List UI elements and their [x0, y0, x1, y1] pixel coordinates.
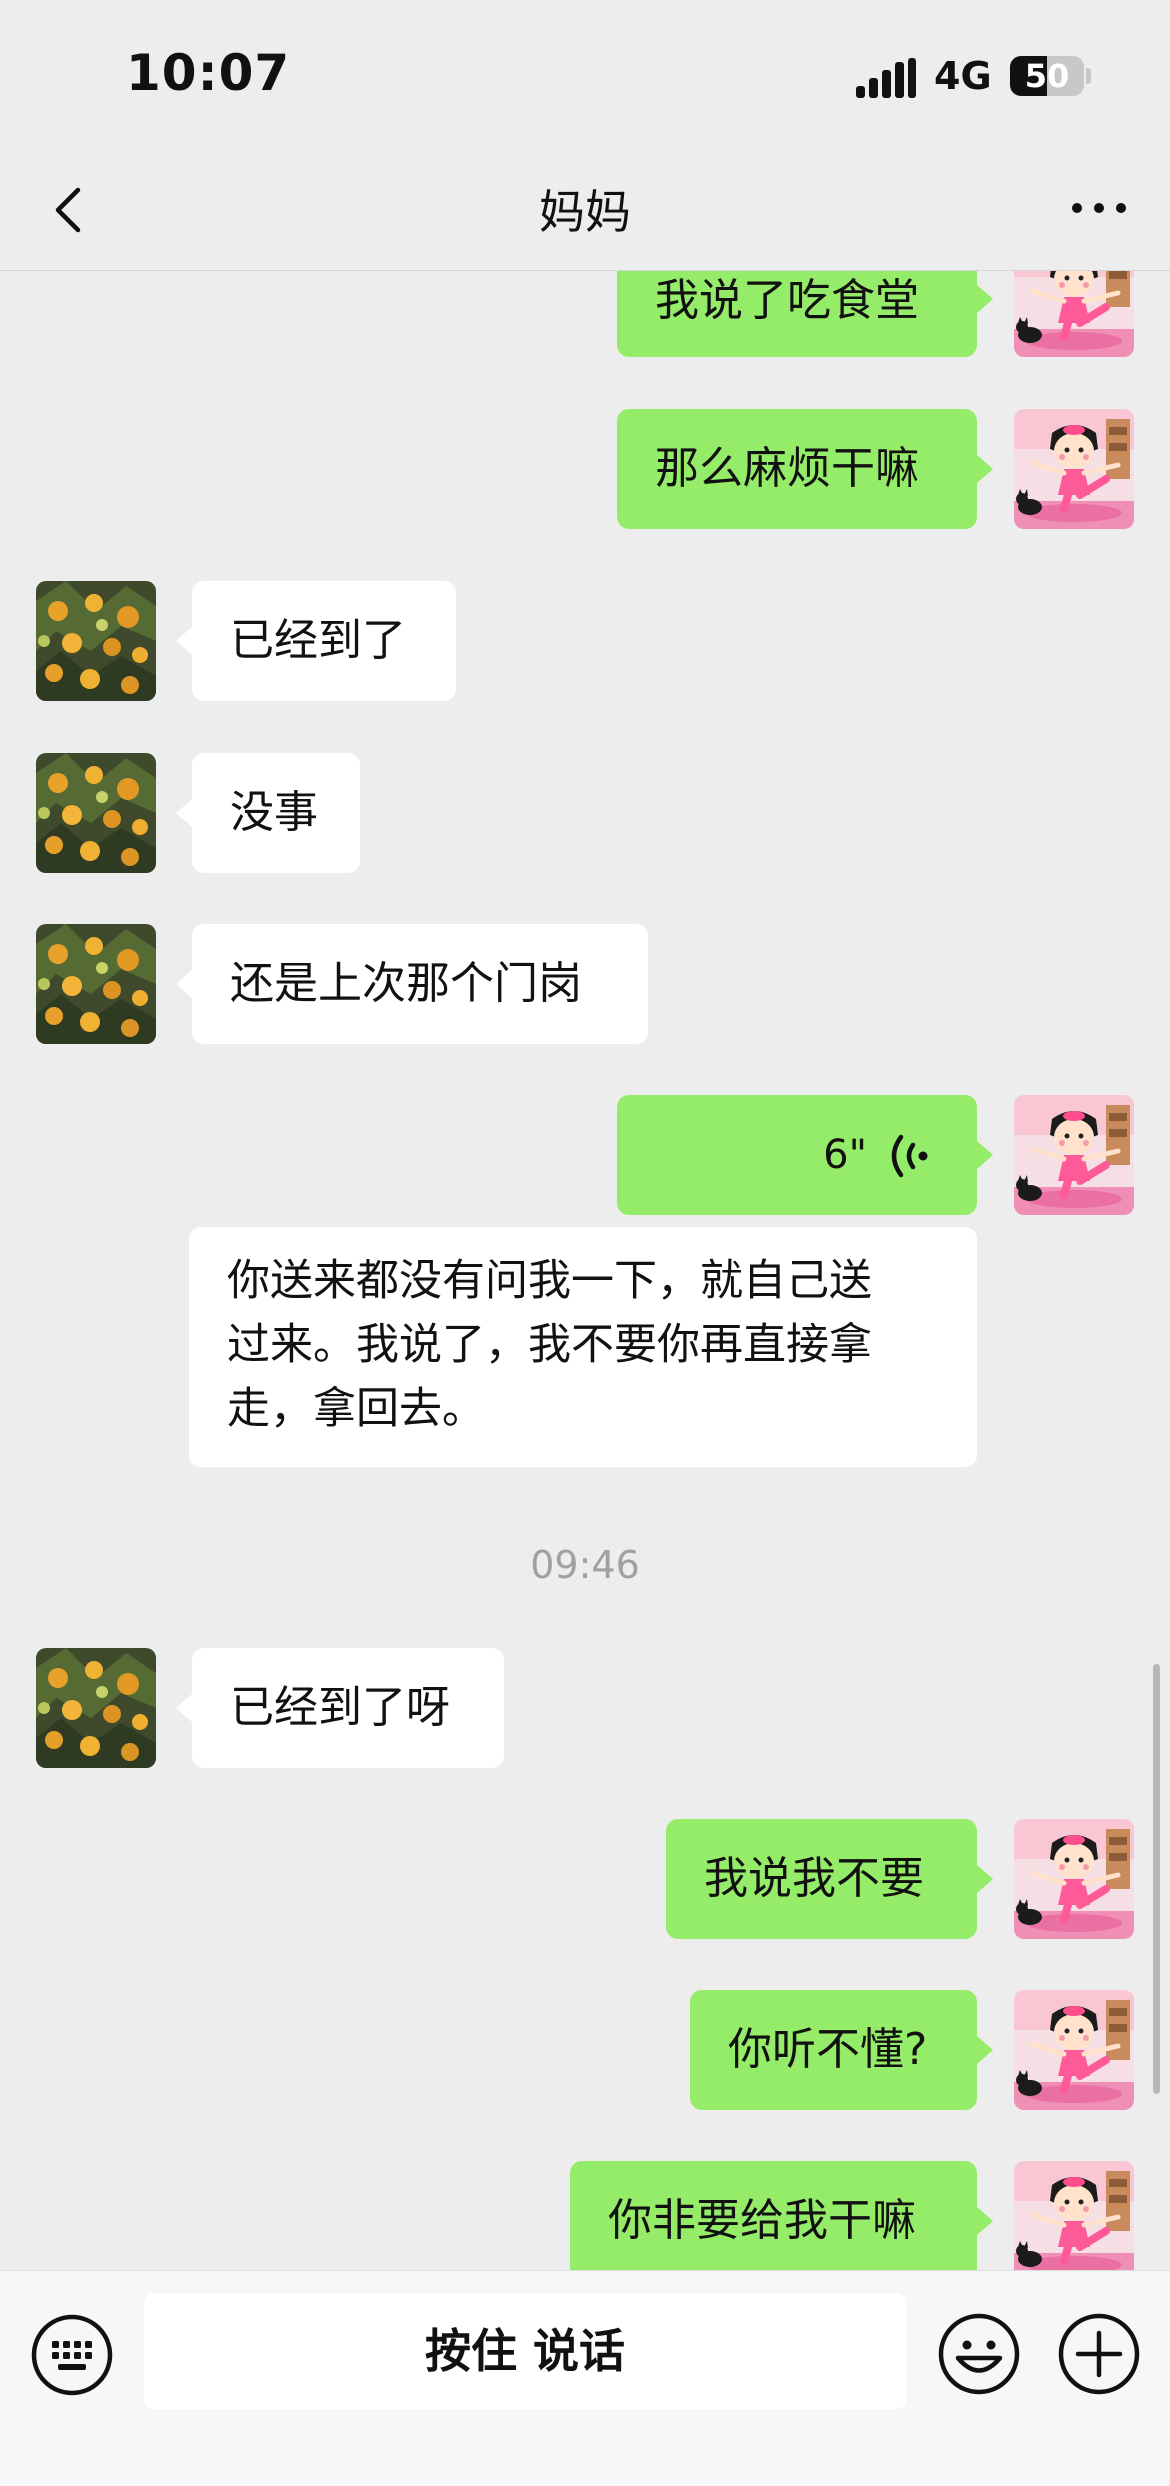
voice-duration: 6" [823, 1132, 867, 1178]
self-avatar[interactable] [1014, 1095, 1134, 1215]
message-bubble-outgoing[interactable]: 我说我不要 [666, 1819, 977, 1939]
self-avatar[interactable] [1014, 271, 1134, 357]
input-bar: 按住 说话 [0, 2270, 1170, 2486]
chat-scrollbar[interactable] [1153, 1664, 1160, 2094]
voice-wave-icon [891, 1134, 928, 1178]
plus-icon[interactable] [1056, 2311, 1142, 2397]
message-bubble-outgoing[interactable]: 那么麻烦干嘛 [617, 409, 977, 529]
network-type: 4G [934, 54, 992, 98]
transcript-line: 你送来都没有问我一下，就自己送 [227, 1256, 872, 1306]
status-time: 10:07 [126, 44, 291, 102]
contact-avatar[interactable] [36, 581, 156, 701]
bubble-tail [176, 799, 192, 827]
bubble-tail [977, 1865, 993, 1893]
transcript-line: 过来。我说了，我不要你再直接拿 [227, 1320, 872, 1370]
self-avatar[interactable] [1014, 1819, 1134, 1939]
keyboard-icon[interactable] [30, 2313, 114, 2397]
emoji-icon[interactable] [936, 2311, 1022, 2397]
signal-icon [856, 58, 916, 98]
timestamp-divider: 09:46 [530, 1543, 640, 1587]
message-bubble-incoming[interactable]: 已经到了 [192, 581, 456, 701]
message-list[interactable]: 我说了吃食堂 那么麻烦干嘛 已经到了 没事 还是上次那个门岗 6" 你送来都没有… [0, 271, 1170, 2270]
message-bubble-incoming[interactable]: 已经到了呀 [192, 1648, 504, 1768]
message-bubble-outgoing[interactable]: 你非要给我干嘛 [570, 2161, 977, 2270]
chat-title: 妈妈 [539, 185, 631, 239]
voice-transcript-bubble[interactable]: 你送来都没有问我一下，就自己送 过来。我说了，我不要你再直接拿 走，拿回去。 [189, 1227, 977, 1467]
chat-header: 妈妈 [0, 150, 1170, 271]
message-text: 还是上次那个门岗 [230, 958, 582, 1009]
hold-to-talk-button[interactable]: 按住 说话 [144, 2293, 906, 2409]
self-avatar[interactable] [1014, 1990, 1134, 2110]
bubble-tail [977, 2207, 993, 2235]
battery-tip [1086, 68, 1091, 84]
more-dots-icon[interactable] [1064, 178, 1134, 238]
message-text: 没事 [230, 787, 318, 838]
contact-avatar[interactable] [36, 924, 156, 1044]
message-bubble-outgoing[interactable]: 你听不懂? [690, 1990, 977, 2110]
battery-percent: 50 [1024, 57, 1070, 95]
message-bubble-outgoing[interactable]: 我说了吃食堂 [617, 271, 977, 357]
transcript-line: 走，拿回去。 [227, 1384, 485, 1434]
self-avatar[interactable] [1014, 2161, 1134, 2270]
bubble-tail [977, 2036, 993, 2064]
message-bubble-incoming[interactable]: 还是上次那个门岗 [192, 924, 648, 1044]
contact-avatar[interactable] [36, 1648, 156, 1768]
status-bar: 10:07 4G 50 [0, 0, 1170, 150]
message-text: 我说了吃食堂 [655, 275, 919, 326]
bubble-tail [977, 1141, 993, 1169]
contact-avatar[interactable] [36, 753, 156, 873]
bubble-tail [176, 970, 192, 998]
message-text: 那么麻烦干嘛 [655, 443, 919, 494]
message-text: 你非要给我干嘛 [608, 2195, 916, 2246]
message-text: 已经到了呀 [230, 1682, 450, 1733]
message-text: 我说我不要 [704, 1853, 924, 1904]
self-avatar[interactable] [1014, 409, 1134, 529]
bubble-tail [977, 285, 993, 313]
bubble-tail [977, 455, 993, 483]
message-bubble-incoming[interactable]: 没事 [192, 753, 360, 873]
message-text: 你听不懂? [728, 2024, 928, 2075]
bubble-tail [176, 627, 192, 655]
bubble-tail [176, 1694, 192, 1722]
voice-message-bubble[interactable]: 6" [617, 1095, 977, 1215]
battery-icon: 50 [1010, 56, 1084, 96]
message-text: 已经到了 [230, 615, 406, 666]
